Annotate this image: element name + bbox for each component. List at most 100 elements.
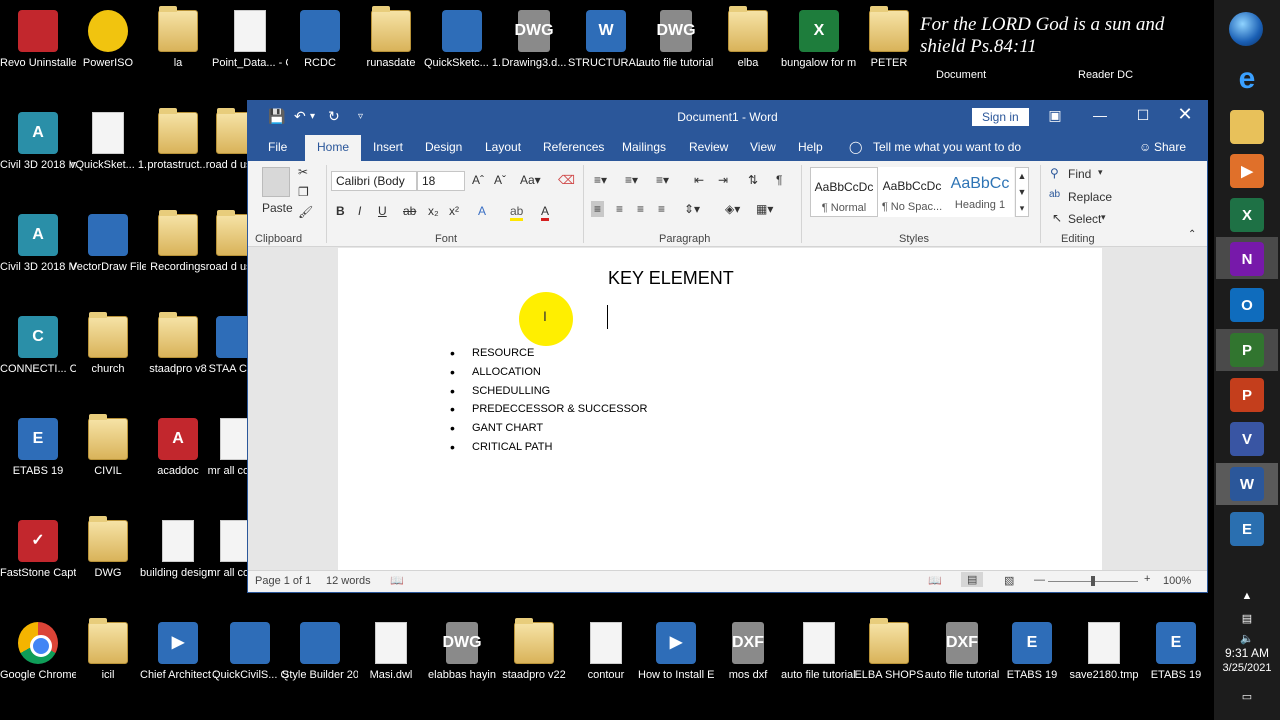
shrink-font-icon[interactable]: Aˇ (494, 173, 506, 187)
share-button[interactable]: Share (1154, 140, 1186, 154)
select-button[interactable]: Select (1068, 212, 1101, 226)
align-right-icon[interactable]: ≡ (637, 202, 644, 216)
clock-time[interactable]: 9:31 AM (1214, 646, 1280, 660)
tab-home[interactable]: Home (305, 135, 362, 161)
desktop-icon[interactable]: DXF auto file tutorial (924, 622, 1000, 682)
select-icon[interactable]: ↖ (1052, 211, 1062, 225)
tab-review[interactable]: Review (689, 140, 728, 154)
desktop-icon[interactable]: elba (710, 6, 786, 70)
desktop-icon[interactable]: A Civil 3D 2018 Imperial (0, 112, 76, 172)
close-icon[interactable]: ✕ (1170, 104, 1200, 125)
volume-icon[interactable]: 🔈 (1214, 632, 1280, 645)
align-left-icon[interactable]: ≡ (591, 201, 605, 217)
change-case-icon[interactable]: Aa▾ (520, 173, 541, 187)
minimize-icon[interactable]: — (1085, 107, 1115, 123)
document-heading[interactable]: KEY ELEMENT (608, 268, 734, 289)
font-color-icon[interactable]: A (541, 204, 550, 221)
zoom-level[interactable]: 100% (1163, 575, 1191, 587)
show-marks-icon[interactable]: ¶ (776, 173, 782, 187)
desktop-icon[interactable]: save2180.tmp (1066, 622, 1142, 682)
desktop-icon[interactable]: staadpro v22 (496, 618, 572, 682)
desktop-icon[interactable]: la (140, 6, 216, 70)
clear-formatting-icon[interactable]: ⌫ (558, 173, 575, 187)
desktop-icon[interactable]: vQuickSket... 1.0 Setup (70, 112, 146, 172)
bullets-icon[interactable]: ≡▾ (594, 173, 607, 187)
list-item[interactable]: CRITICAL PATH (450, 438, 647, 457)
excel-icon[interactable]: X (1230, 198, 1264, 232)
desktop-icon[interactable]: icil (70, 618, 146, 682)
desktop-icon[interactable]: ▶ How to Install Etabs... (638, 622, 714, 682)
desktop-icon[interactable]: Google Chrome (0, 622, 76, 682)
desktop-icon[interactable]: ✓ FastStone Capture (0, 520, 76, 580)
desktop-icon[interactable]: Style Builder 2016 (282, 622, 358, 682)
sort-icon[interactable]: ⇅ (748, 173, 758, 187)
desktop-icon[interactable]: church (70, 312, 146, 376)
tab-insert[interactable]: Insert (373, 140, 403, 154)
replace-icon[interactable]: ab (1049, 189, 1060, 200)
zoom-slider[interactable] (1048, 576, 1138, 586)
desktop-icon[interactable]: DWG Drawing3.d... (496, 10, 572, 70)
style-no-spacing[interactable]: AaBbCcDc ¶ No Spac... (878, 167, 946, 217)
underline-icon[interactable]: U (378, 204, 387, 218)
increase-indent-icon[interactable]: ⇥ (718, 173, 728, 187)
zoom-out-icon[interactable]: — (1034, 574, 1045, 586)
media-player-icon[interactable]: ▶ (1230, 154, 1264, 188)
desktop-icon[interactable]: Masi.dwl (353, 622, 429, 682)
style-normal[interactable]: AaBbCcDc ¶ Normal (810, 167, 878, 217)
decrease-indent-icon[interactable]: ⇤ (694, 173, 704, 187)
desktop-icon[interactable]: CIVIL (70, 414, 146, 478)
visio-icon[interactable]: V (1230, 422, 1264, 456)
tab-help[interactable]: Help (798, 140, 823, 154)
powerpoint-icon[interactable]: P (1230, 378, 1264, 412)
outlook-icon[interactable]: O (1230, 288, 1264, 322)
subscript-icon[interactable]: x₂ (428, 204, 439, 218)
start-icon[interactable] (1229, 12, 1263, 46)
desktop-icon[interactable]: DWG auto file tutorial (638, 10, 714, 70)
desktop-icon[interactable]: C CONNECTI... Client (0, 316, 76, 376)
font-size-box[interactable]: 18 (417, 171, 465, 191)
file-explorer-icon[interactable] (1230, 110, 1264, 144)
desktop-icon-label-document[interactable]: Document (936, 69, 986, 81)
action-center-icon[interactable]: ▭ (1214, 690, 1280, 703)
style-heading-1[interactable]: AaBbCc Heading 1 (946, 167, 1014, 217)
document-page[interactable]: KEY ELEMENT I RESOURCE ALLOCATION SCHEDU… (338, 248, 1102, 572)
select-dropdown-icon[interactable]: ▾ (1101, 212, 1106, 223)
font-name-box[interactable]: Calibri (Body (331, 171, 417, 191)
justify-icon[interactable]: ≡ (658, 202, 665, 216)
desktop-icon[interactable]: DWG elabbas hayin (424, 622, 500, 682)
grow-font-icon[interactable]: Aˆ (472, 173, 484, 187)
print-layout-icon[interactable]: ▤ (961, 572, 984, 587)
proofing-icon[interactable]: 📖 (390, 574, 404, 587)
replace-button[interactable]: Replace (1068, 190, 1112, 204)
page-count[interactable]: Page 1 of 1 (255, 575, 311, 587)
desktop-icon[interactable]: E ETABS 19 (994, 622, 1070, 682)
tell-me-search[interactable]: Tell me what you want to do (873, 140, 1021, 154)
clock-date[interactable]: 3/25/2021 (1214, 662, 1280, 674)
tab-design[interactable]: Design (425, 140, 462, 154)
desktop-icon[interactable]: QuickSketc... 1.0 Setup (424, 10, 500, 70)
find-button[interactable]: Find (1068, 167, 1091, 181)
list-item[interactable]: RESOURCE (450, 344, 647, 363)
share-icon[interactable]: ☺ (1139, 140, 1151, 154)
strikethrough-icon[interactable]: ab (403, 204, 416, 218)
desktop-icon[interactable]: DXF mos dxf (710, 622, 786, 682)
bold-icon[interactable]: B (336, 204, 345, 218)
web-layout-icon[interactable]: ▧ (1004, 574, 1014, 587)
desktop-icon[interactable]: Point_Data... - Copy (212, 10, 288, 70)
desktop-icon[interactable]: PowerISO (70, 10, 146, 70)
multilevel-list-icon[interactable]: ≡▾ (656, 173, 669, 187)
list-item[interactable]: GANT CHART (450, 419, 647, 438)
desktop-icon[interactable]: auto file tutorial.bak (781, 622, 857, 682)
italic-icon[interactable]: I (358, 204, 361, 218)
edge-icon[interactable]: e (1230, 62, 1264, 96)
desktop-icon[interactable]: DWG (70, 516, 146, 580)
cut-icon[interactable]: ✂ (298, 165, 308, 179)
desktop-icon[interactable]: E ETABS 19 (0, 418, 76, 478)
desktop-icon[interactable]: RCDC (282, 10, 358, 70)
paste-button[interactable]: Paste (262, 201, 293, 215)
desktop-icon[interactable]: contour (568, 622, 644, 682)
sign-in-button[interactable]: Sign in (972, 108, 1029, 126)
read-mode-icon[interactable]: 📖 (928, 574, 942, 587)
superscript-icon[interactable]: x² (449, 204, 459, 218)
find-icon[interactable]: ⚲ (1050, 166, 1059, 180)
